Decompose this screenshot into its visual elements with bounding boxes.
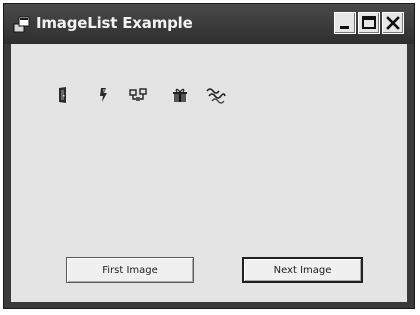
close-button[interactable]: [382, 12, 404, 34]
minimize-button[interactable]: [334, 12, 356, 34]
window-title: ImageList Example: [36, 14, 193, 32]
maximize-button[interactable]: [358, 12, 380, 34]
minimize-icon: [340, 26, 349, 29]
network-icon: [129, 86, 147, 104]
lightning-icon: [94, 86, 112, 104]
main-window: ImageList Example First Image Next Image: [3, 3, 415, 309]
gift-icon: [171, 86, 189, 104]
title-bar[interactable]: ImageList Example: [4, 4, 414, 44]
maximize-icon: [362, 16, 376, 29]
next-image-button[interactable]: Next Image: [242, 257, 363, 283]
door-icon: [54, 86, 72, 104]
waves-icon: [206, 86, 226, 104]
close-icon: [386, 16, 400, 30]
app-icon[interactable]: [13, 15, 31, 33]
first-image-button[interactable]: First Image: [66, 257, 194, 283]
client-area: First Image Next Image: [11, 44, 407, 302]
